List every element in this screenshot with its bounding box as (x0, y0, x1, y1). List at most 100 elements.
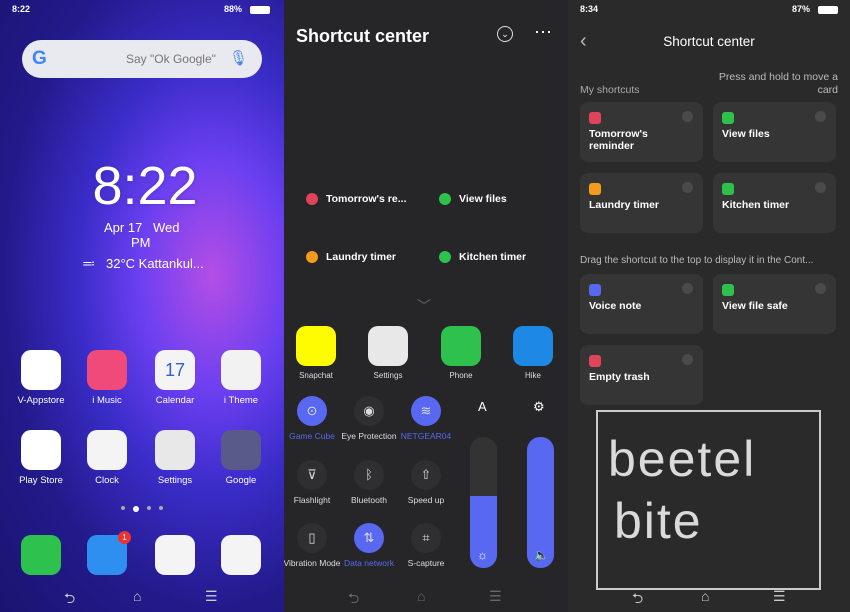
auto-brightness-icon[interactable]: A (478, 399, 487, 414)
toggle-game-cube[interactable]: ⊙ Game Cube (284, 396, 342, 441)
shortcut-card[interactable]: Kitchen timer (713, 173, 836, 233)
brightness-slider[interactable]: ☼ (470, 437, 497, 568)
shortcut-label: Tomorrow's re... (326, 193, 407, 205)
battery-level: 88% (223, 4, 242, 14)
card-menu-icon[interactable] (682, 354, 693, 365)
google-folder-icon (221, 430, 261, 470)
app-i-theme[interactable]: i Theme (211, 350, 271, 406)
brightness-icon: ☼ (477, 548, 488, 562)
toggle-label: Eye Protection (341, 431, 397, 441)
toggle-bluetooth[interactable]: ᛒ Bluetooth (339, 460, 399, 505)
card-menu-icon[interactable] (815, 111, 826, 122)
app-settings[interactable]: Settings (145, 430, 205, 486)
google-search-bar[interactable]: G Say "Ok Google" 🎙 (22, 40, 262, 78)
shortcut-icon (439, 193, 451, 205)
dock-browser[interactable] (145, 535, 205, 580)
mic-icon[interactable]: 🎙 (229, 49, 248, 67)
app-label: i Music (92, 395, 122, 406)
card-icon (589, 112, 601, 124)
shortcut-item[interactable]: Kitchen timer (439, 251, 526, 263)
search-hint: Say "Ok Google" (126, 52, 216, 66)
app-label: Google (225, 475, 257, 486)
vibration-icon: ▯ (297, 523, 327, 553)
menu-icon[interactable]: ☰ (773, 588, 786, 605)
card-menu-icon[interactable] (682, 111, 693, 122)
app-label: Settings (373, 371, 403, 380)
back-icon[interactable]: ⮌ (632, 588, 643, 612)
page-indicator[interactable] (121, 506, 163, 512)
shortcut-settings: 8:34 87% ‹ Shortcut center Press and hol… (568, 0, 850, 612)
toggle-speed-up[interactable]: ⇧ Speed up (396, 460, 456, 505)
volume-icon: 🔈 (534, 548, 549, 562)
toggle-s-capture[interactable]: ⌗ S-capture (396, 523, 456, 568)
app-icon (296, 326, 336, 366)
app-label: Hike (524, 371, 541, 380)
card-menu-icon[interactable] (682, 182, 693, 193)
shortcut-card[interactable]: Tomorrow's reminder (580, 102, 703, 162)
shortcut-card[interactable]: View file safe (713, 274, 836, 334)
quick-app[interactable]: Phone (431, 326, 491, 380)
quick-app[interactable]: Hike (503, 326, 563, 380)
shortcut-item[interactable]: View files (439, 193, 507, 205)
shortcut-card[interactable]: Voice note (580, 274, 703, 334)
app-google[interactable]: Google (211, 430, 271, 486)
dock-messages[interactable]: 1 (77, 531, 137, 580)
card-menu-icon[interactable] (815, 182, 826, 193)
app-icon (441, 326, 481, 366)
card-menu-icon[interactable] (815, 283, 826, 294)
volume-slider[interactable]: 🔈 (527, 437, 554, 568)
more-icon[interactable]: ⋯ (534, 22, 552, 43)
home-icon[interactable]: ⌂ (417, 588, 425, 604)
app-clock[interactable]: Clock (77, 430, 137, 486)
google-logo-icon: G (32, 48, 47, 69)
home-icon[interactable]: ⌂ (701, 588, 709, 604)
dock-phone[interactable] (11, 535, 71, 580)
weekday: Wed (153, 220, 180, 235)
app-play-store[interactable]: Play Store (11, 430, 71, 486)
bluetooth-icon: ᛒ (354, 460, 384, 490)
toggle-flashlight[interactable]: ⊽ Flashlight (284, 460, 342, 505)
app-icon (513, 326, 553, 366)
rocket-icon: ⇧ (411, 460, 441, 490)
toggle-data-network[interactable]: ⇅ Data network (339, 523, 399, 568)
app-label: Settings (157, 475, 193, 486)
back-icon[interactable]: ⮌ (64, 588, 75, 612)
shortcut-card[interactable]: Laundry timer (580, 173, 703, 233)
menu-icon[interactable]: ☰ (489, 588, 502, 605)
appstore-icon (21, 350, 61, 390)
dock-camera[interactable] (211, 535, 271, 580)
card-label: Tomorrow's reminder (589, 128, 648, 152)
wind-icon: ≕ (82, 256, 95, 271)
shortcut-card[interactable]: Empty trash (580, 345, 703, 405)
quick-app[interactable]: Settings (358, 326, 418, 380)
settings-icon[interactable]: ⚙ (533, 399, 545, 415)
shortcut-item[interactable]: Tomorrow's re... (306, 193, 406, 205)
app-v-appstore[interactable]: V-Appstore (11, 350, 71, 406)
clock-icon (87, 430, 127, 470)
card-menu-icon[interactable] (682, 283, 693, 294)
menu-icon[interactable]: ☰ (205, 588, 218, 605)
shortcut-item[interactable]: Laundry timer (306, 251, 396, 263)
shortcut-card[interactable]: View files (713, 102, 836, 162)
toggle-eye-protection[interactable]: ◉ Eye Protection (339, 396, 399, 441)
app-i-music[interactable]: i Music (77, 350, 137, 406)
card-icon (722, 284, 734, 296)
control-center: Shortcut center ⌄ ⋯ Tomorrow's re... View… (284, 0, 568, 612)
calendar-day: 17 (164, 359, 186, 380)
expand-chevron-icon[interactable]: ﹀ (417, 296, 431, 316)
toggle-vibration-mode[interactable]: ▯ Vibration Mode (284, 523, 342, 568)
app-calendar[interactable]: 17 Calendar (145, 350, 205, 406)
toggle-netgear04[interactable]: ≋ NETGEAR04 (396, 396, 456, 441)
messages-icon: 1 (87, 531, 131, 575)
card-label: View file safe (722, 300, 788, 312)
collapse-icon[interactable]: ⌄ (497, 26, 513, 42)
clock-widget[interactable]: 8:22 (85, 155, 205, 217)
weather[interactable]: 32°C Kattankul... (106, 256, 204, 271)
shortcut-label: View files (459, 193, 507, 205)
back-icon[interactable]: ⮌ (348, 588, 359, 612)
home-icon[interactable]: ⌂ (133, 588, 141, 604)
app-label: Snapchat (299, 371, 333, 380)
move-hint: Press and hold to move a card (718, 71, 838, 96)
shortcut-icon (306, 193, 318, 205)
quick-app[interactable]: Snapchat (286, 326, 346, 380)
